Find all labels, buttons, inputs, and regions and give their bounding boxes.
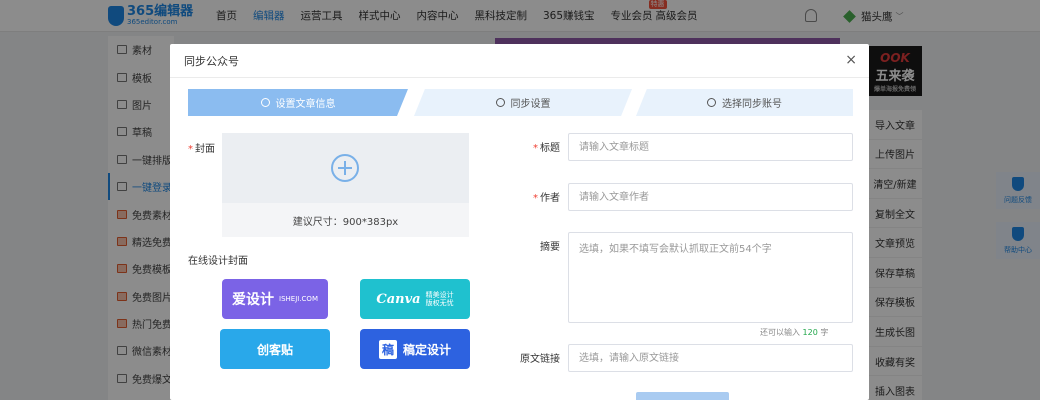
dialog-header: 同步公众号 × (170, 44, 869, 78)
step-label: 同步设置 (510, 99, 551, 110)
step-label: 选择同步账号 (722, 99, 782, 110)
dialog-title: 同步公众号 (184, 54, 239, 68)
link-label: 原文链接 (520, 354, 560, 365)
aisheji-domain: ISHEJI.COM (279, 295, 318, 303)
canva-tagline: 精美设计 版权无忧 (426, 291, 454, 307)
design-cover-label: 在线设计封面 (188, 256, 248, 267)
summary-textarea[interactable] (568, 232, 853, 323)
title-label-text: 标题 (540, 143, 560, 154)
author-label: * 作者 (500, 189, 560, 204)
cover-upload[interactable]: 建议尺寸：900*383px (222, 133, 469, 237)
close-icon[interactable]: × (845, 52, 857, 68)
step-label: 设置文章信息 (275, 99, 336, 110)
original-link-input[interactable] (568, 344, 853, 372)
chuangketie-name: 创客贴 (256, 342, 293, 357)
required-mark: * (533, 143, 538, 154)
gaoding-mark-icon: 稿 (378, 339, 397, 359)
step-article-info[interactable]: 设置文章信息 (188, 89, 408, 116)
char-counter: 还可以输入 120 字 (760, 327, 828, 338)
aisheji-button[interactable]: 爱设计 ISHEJI.COM (222, 279, 328, 319)
canva-name: Canva (376, 291, 421, 307)
gear-icon (260, 98, 270, 107)
counter-prefix: 还可以输入 (760, 328, 800, 337)
canva-tagline-1: 精美设计 (425, 291, 454, 299)
aisheji-name: 爱设计 (232, 292, 274, 308)
cover-label: * 封面 (188, 140, 215, 155)
next-button[interactable] (636, 392, 729, 400)
counter-suffix: 字 (820, 328, 829, 337)
required-mark: * (533, 193, 538, 204)
step-sync-settings[interactable]: 同步设置 (414, 89, 632, 116)
step-bar: 设置文章信息 同步设置 选择同步账号 (188, 89, 853, 116)
summary-label: 摘要 (540, 242, 560, 253)
chuangketie-button[interactable]: 创客贴 (220, 329, 330, 369)
title-label: * 标题 (500, 139, 560, 154)
author-input[interactable] (568, 183, 853, 211)
cover-size-hint: 建议尺寸：900*383px (222, 203, 469, 237)
counter-value: 120 (802, 328, 818, 337)
canva-button[interactable]: Canva 精美设计 版权无忧 (360, 279, 470, 319)
cover-label-text: 封面 (195, 144, 215, 155)
gaoding-button[interactable]: 稿 稿定设计 (360, 329, 470, 369)
step-select-account[interactable]: 选择同步账号 (636, 89, 853, 116)
canva-tagline-2: 版权无忧 (425, 299, 454, 307)
author-label-text: 作者 (540, 193, 560, 204)
required-mark: * (188, 144, 193, 155)
plus-circle-icon (331, 154, 359, 182)
sync-dialog: 同步公众号 × 设置文章信息 同步设置 选择同步账号 * 封面 建议尺寸：900*… (170, 44, 869, 400)
gaoding-name: 稿定设计 (403, 342, 452, 357)
sync-icon (495, 98, 505, 107)
title-input[interactable] (568, 133, 853, 161)
user-icon (707, 98, 716, 107)
